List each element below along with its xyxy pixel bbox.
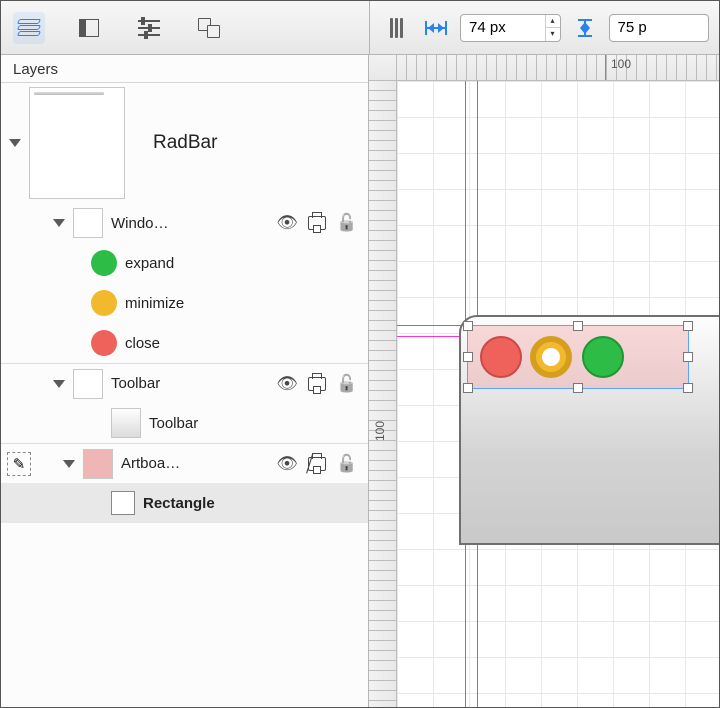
- canvas[interactable]: [397, 81, 719, 707]
- green-dot-icon: [91, 250, 117, 276]
- print-icon: [308, 377, 326, 391]
- height-field[interactable]: 75 p: [609, 14, 710, 42]
- layer-label: RadBar: [153, 132, 217, 154]
- horizontal-ruler[interactable]: 100: [397, 55, 719, 81]
- layers-sidebar: Layers RadBar Windo…: [1, 55, 369, 707]
- layer-label: Windo…: [111, 215, 169, 232]
- width-stepper[interactable]: ▴▾: [545, 15, 560, 41]
- layer-thumbnail: [73, 208, 103, 238]
- resize-handle[interactable]: [683, 321, 693, 331]
- sidebar-title: Layers: [1, 55, 368, 82]
- layers-list: RadBar Windo… expand: [1, 82, 368, 707]
- layer-label: Toolbar: [149, 415, 198, 432]
- resize-handle[interactable]: [463, 352, 473, 362]
- resize-handle[interactable]: [573, 321, 583, 331]
- layer-label: Artboa…: [121, 455, 180, 472]
- width-dimension-button[interactable]: [420, 12, 452, 44]
- resize-handle[interactable]: [463, 383, 473, 393]
- width-icon: [423, 17, 449, 39]
- layer-expand[interactable]: expand: [1, 243, 368, 283]
- layers-panel-toggle[interactable]: [13, 12, 45, 44]
- toolbar-right-group: 74 px ▴▾ 75 p: [369, 1, 719, 54]
- traffic-light-minimize-icon: [530, 336, 572, 378]
- red-dot-icon: [91, 330, 117, 356]
- group-toggle[interactable]: [193, 12, 225, 44]
- ruler-tick-label: 100: [611, 57, 631, 71]
- vertical-ruler[interactable]: 100: [369, 81, 397, 707]
- width-field[interactable]: 74 px ▴▾: [460, 14, 561, 42]
- traffic-light-expand-icon: [582, 336, 624, 378]
- stepper-up-icon[interactable]: ▴: [546, 15, 560, 29]
- columns-button[interactable]: [380, 12, 412, 44]
- canvas-area: 100 100: [369, 55, 719, 707]
- width-value: 74 px: [469, 19, 506, 36]
- layer-artboard[interactable]: RadBar: [1, 83, 368, 203]
- artboard-thumbnail: [29, 87, 125, 199]
- resize-handle[interactable]: [683, 352, 693, 362]
- height-dimension-button[interactable]: [569, 12, 601, 44]
- ruler-corner: [369, 55, 397, 81]
- layer-label: expand: [125, 255, 174, 272]
- layers-icon: [18, 19, 40, 37]
- layer-close[interactable]: close: [1, 323, 368, 363]
- layer-label: Rectangle: [143, 495, 215, 512]
- layer-label: minimize: [125, 295, 184, 312]
- top-toolbar: 74 px ▴▾ 75 p: [1, 1, 719, 55]
- layer-rectangle[interactable]: Rectangle: [1, 483, 368, 523]
- layer-window-group[interactable]: Windo…: [1, 203, 368, 243]
- disclosure-triangle-icon[interactable]: [53, 219, 65, 227]
- layer-minimize[interactable]: minimize: [1, 283, 368, 323]
- print-toggle[interactable]: [306, 377, 328, 391]
- height-icon: [572, 17, 598, 39]
- resize-handle[interactable]: [463, 321, 473, 331]
- design-app-window: 74 px ▴▾ 75 p Layers RadBar: [0, 0, 720, 708]
- layer-thumbnail: [83, 449, 113, 479]
- stepper-down-icon[interactable]: ▾: [546, 28, 560, 41]
- layer-artboard-group[interactable]: ✎ Artboa… ⧸: [1, 443, 368, 483]
- sliders-icon: [138, 20, 160, 36]
- visibility-toggle[interactable]: [276, 454, 298, 474]
- disclosure-triangle-icon[interactable]: [53, 380, 65, 388]
- edit-indicator[interactable]: ✎: [7, 452, 31, 476]
- lock-toggle[interactable]: [336, 374, 358, 394]
- print-toggle[interactable]: [306, 216, 328, 230]
- print-icon: [308, 216, 326, 230]
- layer-toolbar-group[interactable]: Toolbar: [1, 363, 368, 403]
- group-icon: [198, 18, 220, 38]
- layer-toolbar-item[interactable]: Toolbar: [1, 403, 368, 443]
- yellow-dot-icon: [91, 290, 117, 316]
- panel-icon: [79, 19, 99, 37]
- lock-toggle[interactable]: [336, 213, 358, 233]
- toolbar-left-group: [1, 1, 369, 54]
- layer-label: Toolbar: [111, 375, 160, 392]
- height-value: 75 p: [618, 19, 647, 36]
- ruler-tick-label: 100: [373, 421, 387, 441]
- print-disabled-toggle[interactable]: ⧸: [306, 457, 328, 471]
- disclosure-triangle-icon[interactable]: [9, 139, 21, 147]
- visibility-toggle[interactable]: [276, 213, 298, 233]
- resize-handle[interactable]: [573, 383, 583, 393]
- print-off-icon: ⧸: [308, 457, 326, 471]
- selection-box[interactable]: [467, 325, 689, 389]
- inspector-panel-toggle[interactable]: [73, 12, 105, 44]
- app-body: Layers RadBar Windo…: [1, 55, 719, 707]
- layer-label: close: [125, 335, 160, 352]
- shape-thumbnail: [111, 491, 135, 515]
- disclosure-triangle-icon[interactable]: [63, 460, 75, 468]
- adjustments-toggle[interactable]: [133, 12, 165, 44]
- visibility-toggle[interactable]: [276, 374, 298, 394]
- layer-thumbnail: [111, 408, 141, 438]
- lock-toggle[interactable]: [336, 454, 358, 474]
- layer-thumbnail: [73, 369, 103, 399]
- resize-handle[interactable]: [683, 383, 693, 393]
- traffic-light-close-icon: [480, 336, 522, 378]
- columns-icon: [390, 18, 403, 38]
